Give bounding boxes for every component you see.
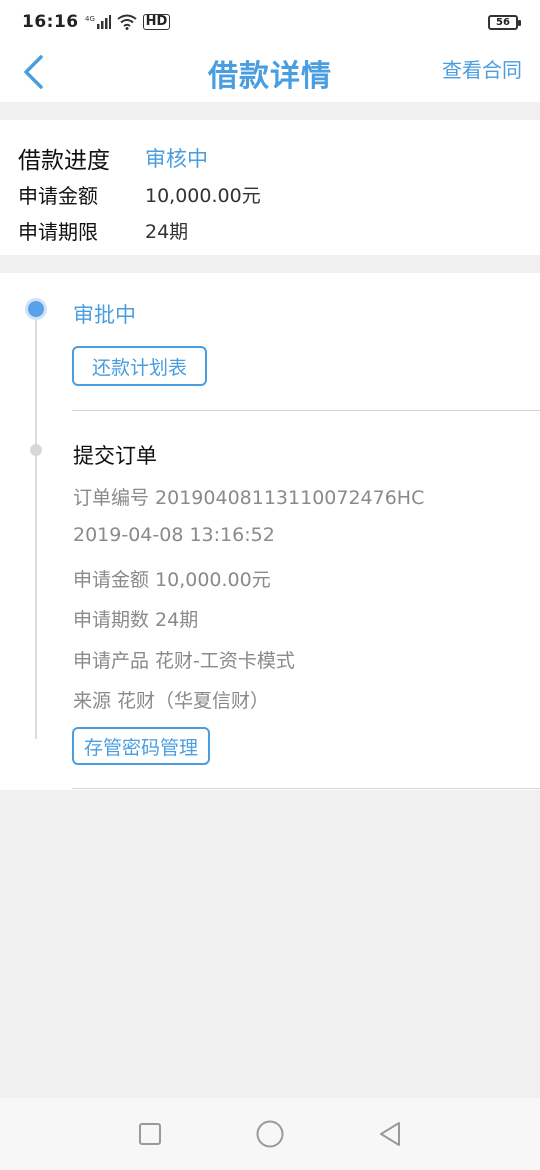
submit-order-title: 提交订单 [73,444,157,468]
approval-status: 审批中 [73,303,136,327]
page-title: 借款详情 [208,59,332,94]
progress-label: 借款进度 [18,148,110,174]
status-bar: 16:16 4G HD 56 [0,0,540,44]
term-row: 申请期限 24期 [18,212,522,248]
order-source: 来源 花财（华夏信财） [73,690,270,712]
repayment-plan-button[interactable]: 还款计划表 [72,346,207,386]
view-contract-link[interactable]: 查看合同 [442,54,522,83]
amount-value: 10,000.00元 [145,184,261,207]
square-icon [139,1123,161,1145]
nav-bar: 借款详情 查看合同 [0,44,540,102]
timeline-current-dot-icon [25,298,47,320]
progress-value: 审核中 [145,147,208,171]
back-button[interactable] [22,52,52,92]
circle-icon [256,1120,284,1148]
recent-apps-button[interactable] [130,1114,170,1154]
wifi-icon [117,14,137,30]
progress-row: 借款进度 审核中 [18,140,522,176]
term-label: 申请期限 [18,219,98,244]
amount-label: 申请金额 [18,183,98,208]
order-amount: 申请金额 10,000.00元 [73,569,271,591]
system-nav-bar [0,1098,540,1170]
chevron-left-icon [24,55,43,89]
order-number: 订单编号 20190408113110072476HC [73,487,425,509]
progress-timeline: 审批中 还款计划表 提交订单 订单编号 20190408113110072476… [0,273,540,790]
custody-password-button[interactable]: 存管密码管理 [72,727,210,765]
amount-row: 申请金额 10,000.00元 [18,176,522,212]
signal-icon: 4G [85,14,111,30]
network-label: 4G [85,15,95,23]
timeline-past-dot-icon [30,444,42,456]
order-periods: 申请期数 24期 [73,609,199,631]
battery-level: 56 [496,16,510,28]
hd-icon: HD [142,14,171,30]
status-time: 16:16 [22,12,79,32]
order-time: 2019-04-08 13:16:52 [73,524,275,546]
triangle-back-icon [380,1122,400,1146]
loan-summary-card: 借款进度 审核中 申请金额 10,000.00元 申请期限 24期 [0,120,540,255]
order-product: 申请产品 花财-工资卡模式 [73,650,295,672]
timeline-line [35,309,37,739]
home-button[interactable] [250,1114,290,1154]
term-value: 24期 [145,220,189,243]
battery-icon: 56 [488,14,521,30]
divider [72,788,540,789]
back-nav-button[interactable] [370,1114,410,1154]
divider [72,410,540,411]
